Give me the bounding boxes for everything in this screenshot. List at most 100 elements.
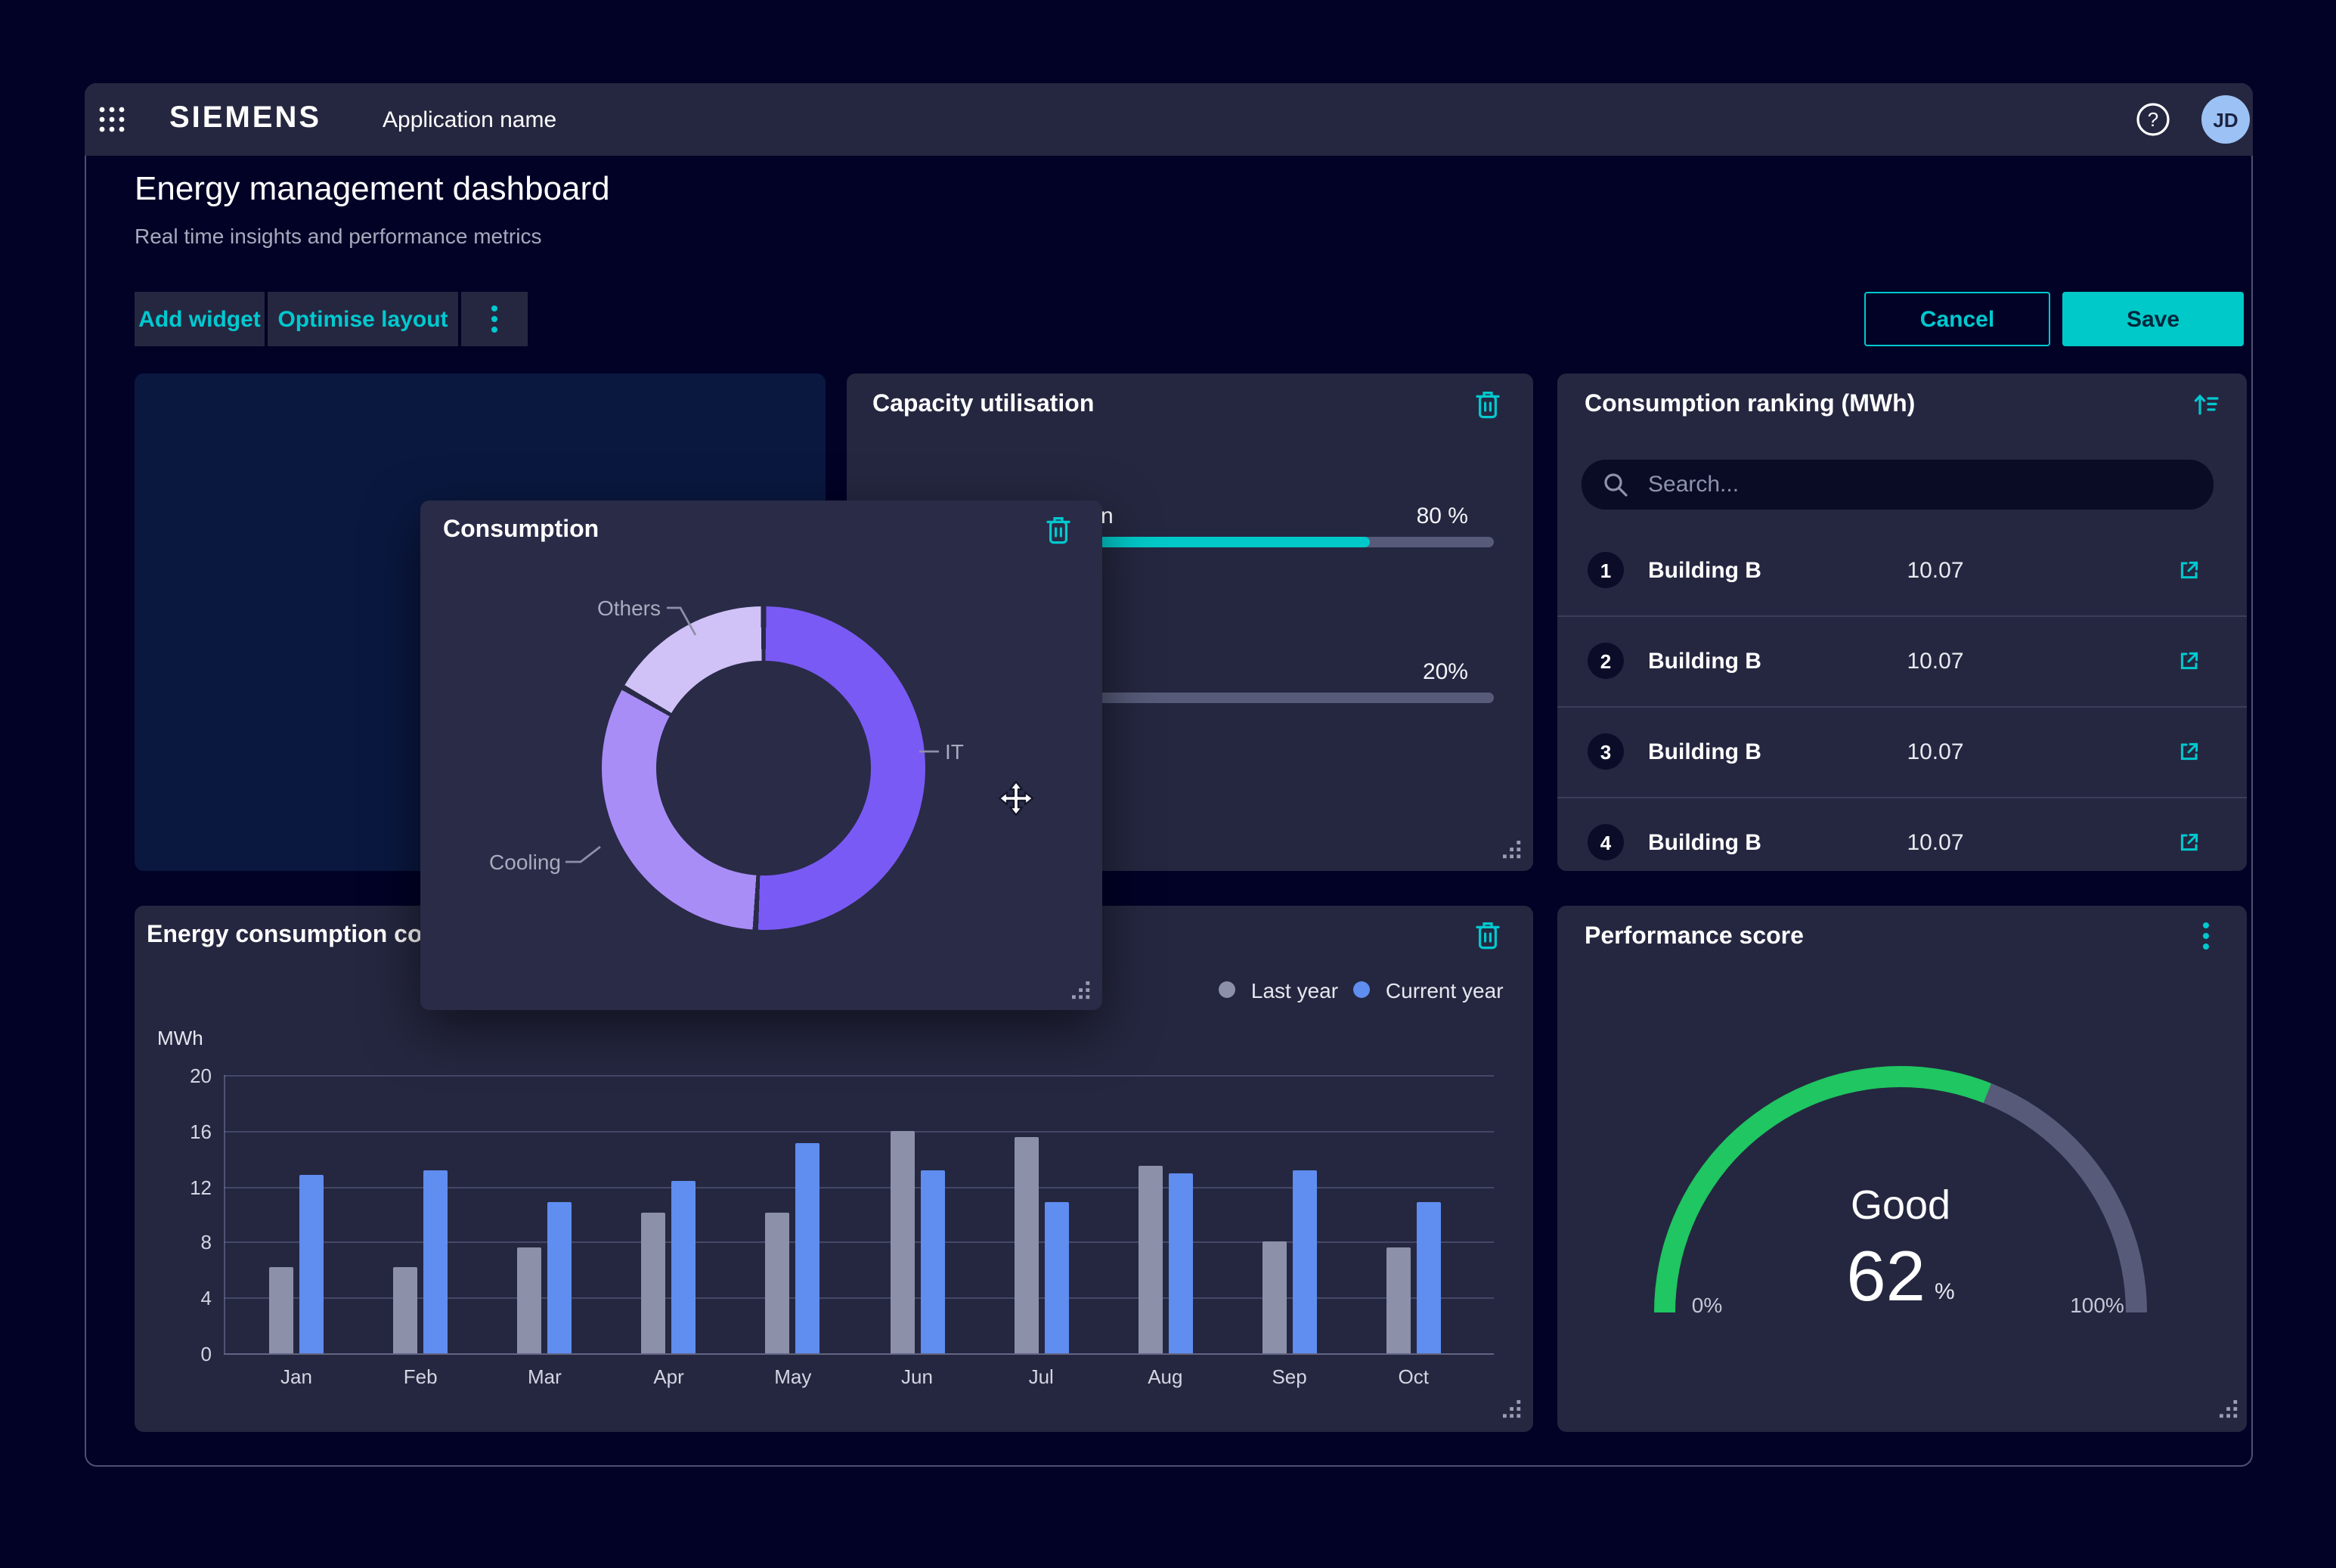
x-tick-label: Mar [507, 1365, 582, 1388]
consumption-value: 10.07 [1860, 739, 2011, 765]
legend-dot-current-year [1353, 982, 1370, 999]
rank-badge: 3 [1588, 733, 1624, 770]
search-icon [1603, 472, 1628, 497]
siemens-logo: SIEMENS [169, 101, 321, 136]
y-axis-unit: MWh [157, 1027, 203, 1049]
cancel-button[interactable]: Cancel [1864, 292, 2050, 346]
bar-current-year [299, 1175, 324, 1353]
save-button[interactable]: Save [2062, 292, 2244, 346]
bar-last-year [1262, 1242, 1287, 1353]
donut-label-others: Others [510, 596, 661, 620]
delete-widget-icon[interactable] [1474, 390, 1501, 420]
x-tick-label: Sep [1252, 1365, 1328, 1388]
x-tick-label: Feb [383, 1365, 458, 1388]
move-cursor-icon [998, 780, 1034, 817]
bar-current-year [1293, 1170, 1317, 1353]
gauge-min-label: 0% [1669, 1293, 1745, 1317]
delete-widget-icon[interactable] [1045, 516, 1072, 546]
bar-last-year [890, 1131, 914, 1353]
bar-last-year [1014, 1138, 1038, 1353]
x-tick-label: Jun [879, 1365, 955, 1388]
optimise-layout-button[interactable]: Optimise layout [268, 292, 458, 346]
bar-current-year [1044, 1201, 1068, 1353]
legend-dot-last-year [1219, 982, 1235, 999]
legend-current-year: Current year [1353, 977, 1504, 1004]
gridline [224, 1353, 1494, 1355]
ranking-row[interactable]: 1Building B10.07 [1557, 525, 2247, 615]
sort-icon[interactable] [2192, 392, 2220, 417]
capacity-title: Capacity utilisation [872, 392, 1094, 419]
capacity-bar1-label-fragment: n [1101, 504, 1114, 529]
gauge-max-label: 100% [2059, 1293, 2135, 1317]
widget-more-button[interactable] [2201, 921, 2211, 951]
open-external-icon[interactable] [2177, 830, 2201, 854]
app-launcher-icon[interactable] [97, 104, 127, 135]
x-tick-label: Jan [259, 1365, 334, 1388]
bar-last-year [642, 1213, 666, 1353]
kebab-icon [490, 304, 499, 334]
building-name: Building B [1648, 830, 1761, 856]
bar-current-year [1417, 1201, 1441, 1353]
capacity-bar2-value: 20% [1402, 659, 1468, 685]
building-name: Building B [1648, 739, 1761, 765]
gridline [224, 1131, 1494, 1133]
application-name: Application name [383, 107, 556, 133]
page-title: Energy management dashboard [135, 169, 610, 209]
y-axis-line [224, 1075, 225, 1353]
resize-handle-icon[interactable] [1501, 839, 1521, 859]
open-external-icon[interactable] [2177, 739, 2201, 764]
svg-text:?: ? [2148, 108, 2158, 131]
bar-current-year [1168, 1174, 1192, 1353]
y-tick-label: 0 [160, 1343, 212, 1365]
resize-handle-icon[interactable] [1070, 980, 1090, 999]
page-subtitle: Real time insights and performance metri… [135, 224, 541, 248]
energy-title: Energy consumption com [147, 922, 444, 950]
open-external-icon[interactable] [2177, 558, 2201, 582]
capacity-bar1-value: 80 % [1396, 504, 1468, 529]
search-input[interactable] [1582, 460, 2214, 510]
y-tick-label: 8 [160, 1232, 212, 1254]
rank-badge: 4 [1588, 824, 1624, 860]
resize-handle-icon[interactable] [2218, 1399, 2238, 1418]
ranking-row[interactable]: 4 Building B 10.07 [1557, 797, 2247, 888]
bar-current-year [547, 1201, 572, 1353]
donut-label-it: IT [945, 739, 964, 764]
bar-current-year [920, 1170, 944, 1353]
gauge-value: 62 [1846, 1237, 1925, 1315]
bar-current-year [423, 1170, 448, 1353]
toolbar-more-button[interactable] [461, 292, 528, 346]
donut-leader-cooling [565, 841, 605, 868]
building-name: Building B [1648, 558, 1761, 584]
bar-last-year [393, 1267, 417, 1353]
user-avatar[interactable]: JD [2201, 95, 2250, 144]
consumption-value: 10.07 [1860, 830, 2011, 856]
bar-last-year [766, 1213, 790, 1353]
kebab-icon [2201, 921, 2211, 951]
ranking-row[interactable]: 2Building B10.07 [1557, 615, 2247, 706]
gauge-unit: % [1935, 1279, 1955, 1305]
donut-leader-it [919, 748, 940, 755]
y-tick-label: 4 [160, 1287, 212, 1309]
ranking-row[interactable]: 3 Building B 10.07 [1557, 706, 2247, 797]
x-tick-label: Aug [1127, 1365, 1203, 1388]
delete-widget-icon[interactable] [1474, 921, 1501, 951]
add-widget-button[interactable]: Add widget [135, 292, 265, 346]
bar-last-year [1138, 1166, 1162, 1353]
consumption-popup[interactable]: Consumption Others IT Cooling [420, 500, 1102, 1010]
help-icon[interactable]: ? [2135, 101, 2171, 138]
consumption-value: 10.07 [1860, 558, 2011, 584]
donut-hole [656, 661, 871, 875]
donut-label-cooling: Cooling [470, 850, 561, 874]
open-external-icon[interactable] [2177, 649, 2201, 673]
legend-label-last-year: Last year [1251, 978, 1338, 1002]
x-tick-label: Jul [1003, 1365, 1079, 1388]
bar-last-year [1386, 1247, 1411, 1353]
bar-current-year [672, 1181, 696, 1353]
ranking-title: Consumption ranking (MWh) [1585, 392, 1915, 419]
building-name: Building B [1648, 649, 1761, 674]
bar-last-year [269, 1267, 293, 1353]
dashboard-root: SIEMENS Application name ? JD Energy man… [0, 0, 2336, 1568]
y-tick-label: 20 [160, 1064, 212, 1087]
gridline [224, 1075, 1494, 1077]
resize-handle-icon[interactable] [1501, 1399, 1521, 1418]
